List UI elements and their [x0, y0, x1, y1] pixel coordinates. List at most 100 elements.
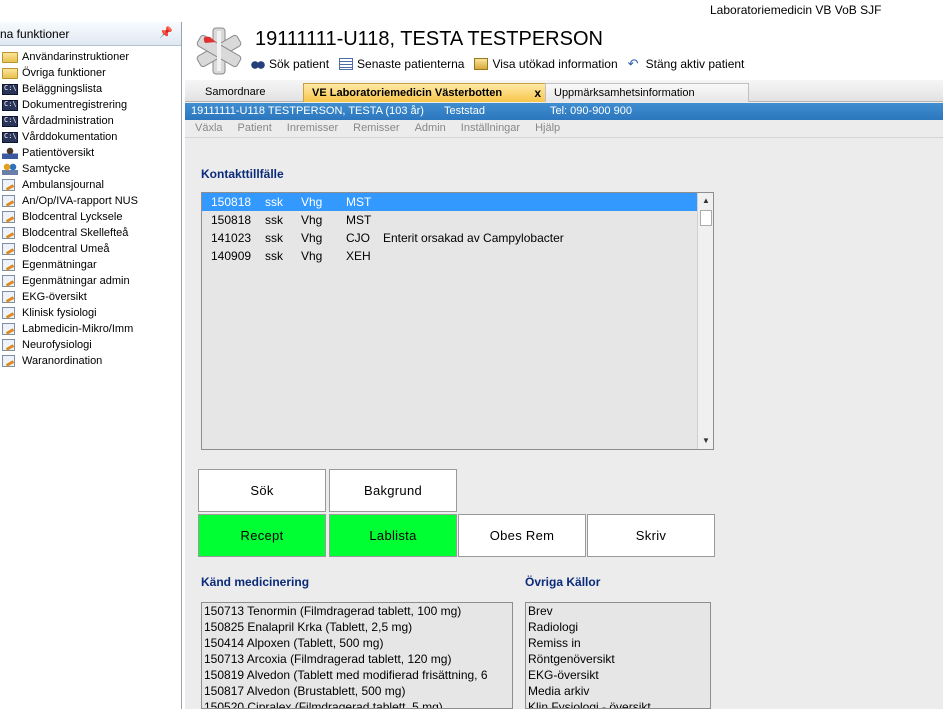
folder-icon [2, 67, 18, 79]
menu-patient[interactable]: Patient [238, 120, 272, 137]
medication-row[interactable]: 150817 Alvedon (Brustablett, 500 mg) [202, 683, 512, 699]
sidebar-item[interactable]: An/Op/IVA-rapport NUS [0, 193, 181, 209]
sidebar-item[interactable]: Blodcentral Skellefteå [0, 225, 181, 241]
sidebar-title: na funktioner [0, 27, 70, 41]
sidebar-item-label: Klinisk fysiologi [22, 307, 97, 319]
obes-rem-button[interactable]: Obes Rem [458, 514, 586, 557]
contact-row[interactable]: 141023 ssk Vhg CJO Enterit orsakad av Campyl… [202, 229, 713, 247]
contact-row[interactable]: 150818 ssk Vhg MST [202, 193, 713, 211]
contact-unit: Vhg [301, 249, 323, 263]
known-medication-list[interactable]: 150713 Tenormin (Filmdragerad tablett, 1… [201, 602, 513, 709]
scroll-thumb[interactable] [700, 210, 712, 226]
sidebar-item[interactable]: Vårddokumentation [0, 129, 181, 145]
tab-ve-laboratoriemedicin[interactable]: VE Laboratoriemedicin Västerbotten x [303, 83, 548, 102]
menu-admin[interactable]: Admin [415, 120, 446, 137]
medication-row[interactable]: 150520 Cipralex (Filmdragerad tablett, 5… [202, 699, 512, 708]
recent-patients-label: Senaste patienterna [357, 57, 465, 71]
close-active-patient-label: Stäng aktiv patient [645, 57, 745, 71]
close-tab-icon[interactable]: x [534, 86, 541, 100]
menu-installningar[interactable]: Inställningar [461, 120, 520, 137]
sok-button[interactable]: Sök [198, 469, 326, 512]
sidebar-item[interactable]: Vårdadministration [0, 113, 181, 129]
vertical-scrollbar[interactable]: ▲ ▼ [697, 193, 713, 449]
document-icon [2, 179, 15, 191]
sidebar-item[interactable]: Waranordination [0, 353, 181, 369]
window-top-strip: Laboratoriemedicin VB VoB SJF [0, 0, 943, 22]
sidebar-item[interactable]: Blodcentral Umeå [0, 241, 181, 257]
tab-label: Samordnare [205, 86, 266, 98]
menu-inremisser[interactable]: Inremisser [287, 120, 338, 137]
recept-button[interactable]: Recept [198, 514, 326, 557]
medication-row[interactable]: 150819 Alvedon (Tablett med modifierad f… [202, 667, 512, 683]
sidebar-item[interactable]: Dokumentregistrering [0, 97, 181, 113]
sidebar-item[interactable]: Klinisk fysiologi [0, 305, 181, 321]
bakgrund-button-label: Bakgrund [363, 483, 423, 498]
source-row[interactable]: EKG-översikt [526, 667, 710, 683]
system-name: Laboratoriemedicin VB VoB SJF [710, 3, 882, 17]
recept-button-label: Recept [240, 528, 284, 543]
sidebar-list: Användarinstruktioner Övriga funktioner Be… [0, 46, 181, 369]
medication-row[interactable]: 150414 Alpoxen (Tablett, 500 mg) [202, 635, 512, 651]
source-row[interactable]: Röntgenöversikt [526, 651, 710, 667]
bakgrund-button[interactable]: Bakgrund [329, 469, 457, 512]
sidebar-item-label: Egenmätningar admin [22, 275, 130, 287]
recent-patients-button[interactable]: Senaste patienterna [339, 57, 464, 71]
sidebar-item[interactable]: Användarinstruktioner [0, 49, 181, 65]
contact-occasions-list[interactable]: 150818 ssk Vhg MST 150818 ssk Vhg MST 141023 ssk V… [201, 192, 714, 450]
contact-unit: Vhg [301, 231, 323, 245]
document-icon [2, 243, 15, 255]
scroll-up-icon[interactable]: ▲ [698, 193, 714, 209]
contact-row[interactable]: 140909 ssk Vhg XEH [202, 247, 713, 265]
tab-samordnare[interactable]: Samordnare [197, 83, 315, 102]
source-row[interactable]: Brev [526, 603, 710, 619]
sidebar-item[interactable]: Labmedicin-Mikro/Imm [0, 321, 181, 337]
skriv-button[interactable]: Skriv [587, 514, 715, 557]
show-extended-info-button[interactable]: Visa utökad information [474, 57, 618, 71]
contact-code: MST [346, 213, 372, 227]
contact-row[interactable]: 150818 ssk Vhg MST [202, 211, 713, 229]
people-icon [2, 163, 18, 175]
contact-unit: Vhg [301, 195, 323, 209]
menu-remisser[interactable]: Remisser [353, 120, 399, 137]
sidebar-item[interactable]: Egenmätningar [0, 257, 181, 273]
menu-hjalp[interactable]: Hjälp [535, 120, 560, 137]
sidebar-item[interactable]: EKG-översikt [0, 289, 181, 305]
sidebar-item-label: Användarinstruktioner [22, 51, 130, 63]
medication-row[interactable]: 150825 Enalapril Krka (Tablett, 2,5 mg) [202, 619, 512, 635]
other-sources-list[interactable]: Brev Radiologi Remiss in Röntgenöversikt EKG… [525, 602, 711, 709]
patient-header: 19111111-U118, TESTA TESTPERSON Sök pati… [185, 22, 943, 80]
menu-vaxla[interactable]: Växla [195, 120, 223, 137]
sidebar-item[interactable]: Blodcentral Lycksele [0, 209, 181, 225]
skriv-button-label: Skriv [635, 528, 667, 543]
main-area: 19111111-U118, TESTA TESTPERSON Sök pati… [185, 22, 943, 709]
source-row[interactable]: Klin Fysiologi - översikt [526, 699, 710, 708]
menu-bar: Växla Patient Inremisser Remisser Admin … [185, 120, 943, 138]
lablista-button-label: Lablista [369, 528, 417, 543]
document-icon [2, 323, 15, 335]
sidebar-item[interactable]: Neurofysiologi [0, 337, 181, 353]
tab-label: Uppmärksamhetsinformation [554, 87, 695, 99]
source-row[interactable]: Remiss in [526, 635, 710, 651]
source-row[interactable]: Radiologi [526, 619, 710, 635]
sidebar-item[interactable]: Egenmätningar admin [0, 273, 181, 289]
sidebar-item[interactable]: Patientöversikt [0, 145, 181, 161]
tab-bar: Samordnare VE Laboratoriemedicin Västerb… [185, 80, 943, 102]
medication-row[interactable]: 150713 Tenormin (Filmdragerad tablett, 1… [202, 603, 512, 619]
medication-row[interactable]: 150713 Arcoxia (Filmdragerad tablett, 12… [202, 651, 512, 667]
lablista-button[interactable]: Lablista [329, 514, 457, 557]
source-row[interactable]: Media arkiv [526, 683, 710, 699]
sidebar-item[interactable]: Beläggningslista [0, 81, 181, 97]
document-icon [2, 227, 15, 239]
pin-icon[interactable]: 📌 [159, 26, 173, 39]
sidebar-item[interactable]: Ambulansjournal [0, 177, 181, 193]
sidebar-item[interactable]: Övriga funktioner [0, 65, 181, 81]
document-icon [2, 275, 15, 287]
patient-info-name: 19111111-U118 TESTPERSON, TESTA (103 år) [191, 105, 424, 117]
sidebar-item-label: Blodcentral Skellefteå [22, 227, 129, 239]
sidebar-item[interactable]: Samtycke [0, 161, 181, 177]
search-patient-button[interactable]: Sök patient [251, 57, 329, 71]
contact-date: 150818 [211, 213, 252, 227]
close-active-patient-button[interactable]: ↶ Stäng aktiv patient [628, 57, 745, 71]
tab-uppmarksamhetsinformation[interactable]: Uppmärksamhetsinformation [545, 83, 749, 102]
scroll-down-icon[interactable]: ▼ [698, 433, 714, 449]
